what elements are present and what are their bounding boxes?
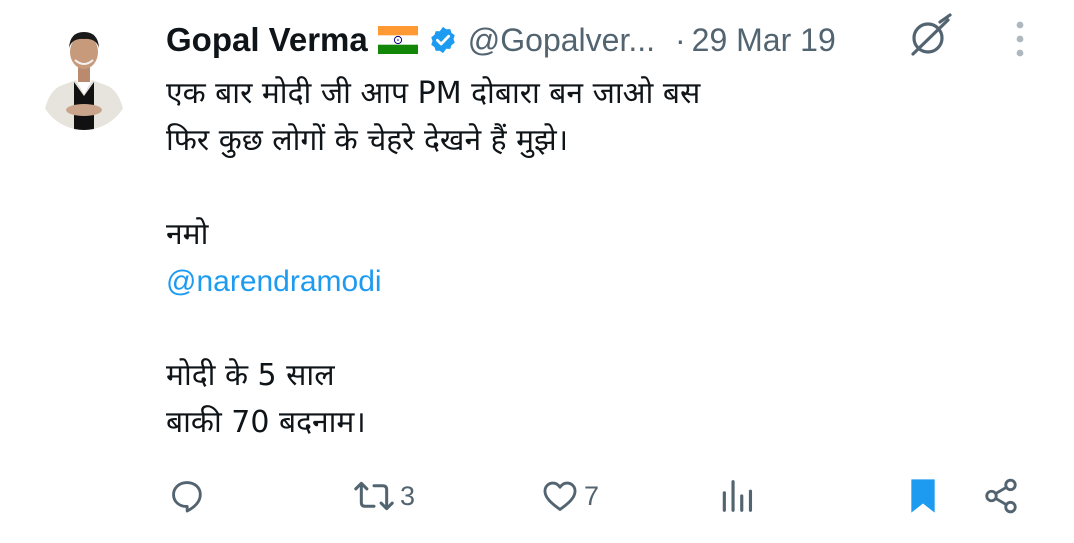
india-flag-icon [377,26,418,54]
verified-badge-icon [428,25,458,55]
heart-icon [543,481,577,511]
tweet-text-line: फिर कुछ लोगों के चेहरे देखने हैं मुझे। [166,123,569,158]
action-bar: 3 7 [0,468,1074,524]
tweet-text-line: बाकी 70 बदनाम। [166,405,366,440]
tweet-date[interactable]: 29 Mar 19 [692,22,836,59]
share-button[interactable] [982,476,1020,516]
tweet-text-line: एक बार मोदी जी आप PM दोबारा बन जाओ बस [166,76,701,111]
bookmark-icon [911,479,935,513]
more-options-icon[interactable] [1006,18,1034,60]
like-count: 7 [584,480,600,511]
tweet-card[interactable]: Gopal Verma @Gopalver... · 29 Mar 19 एक … [0,0,1074,543]
retweet-button[interactable]: 3 [352,476,415,516]
retweet-count: 3 [400,480,416,511]
retweet-icon [354,481,394,511]
author-name[interactable]: Gopal Verma [166,21,368,59]
mention-link[interactable]: @narendramodi [166,258,1026,305]
tweet-text-line: नमो [166,217,209,252]
like-button[interactable]: 7 [540,476,599,516]
reply-button[interactable] [168,476,210,516]
tweet-text-line: मोदी के 5 साल [166,358,335,393]
tweet-text: एक बार मोदी जी आप PM दोबारा बन जाओ बस फि… [166,70,1026,446]
avatar[interactable] [38,14,130,130]
share-icon [985,478,1017,514]
author-handle[interactable]: @Gopalver... [468,22,655,59]
views-button[interactable] [718,476,760,516]
grok-icon[interactable] [904,12,954,62]
reply-icon [172,481,202,513]
separator-dot: · [675,21,686,58]
analytics-icon [722,480,753,512]
bookmark-button[interactable] [906,476,940,516]
